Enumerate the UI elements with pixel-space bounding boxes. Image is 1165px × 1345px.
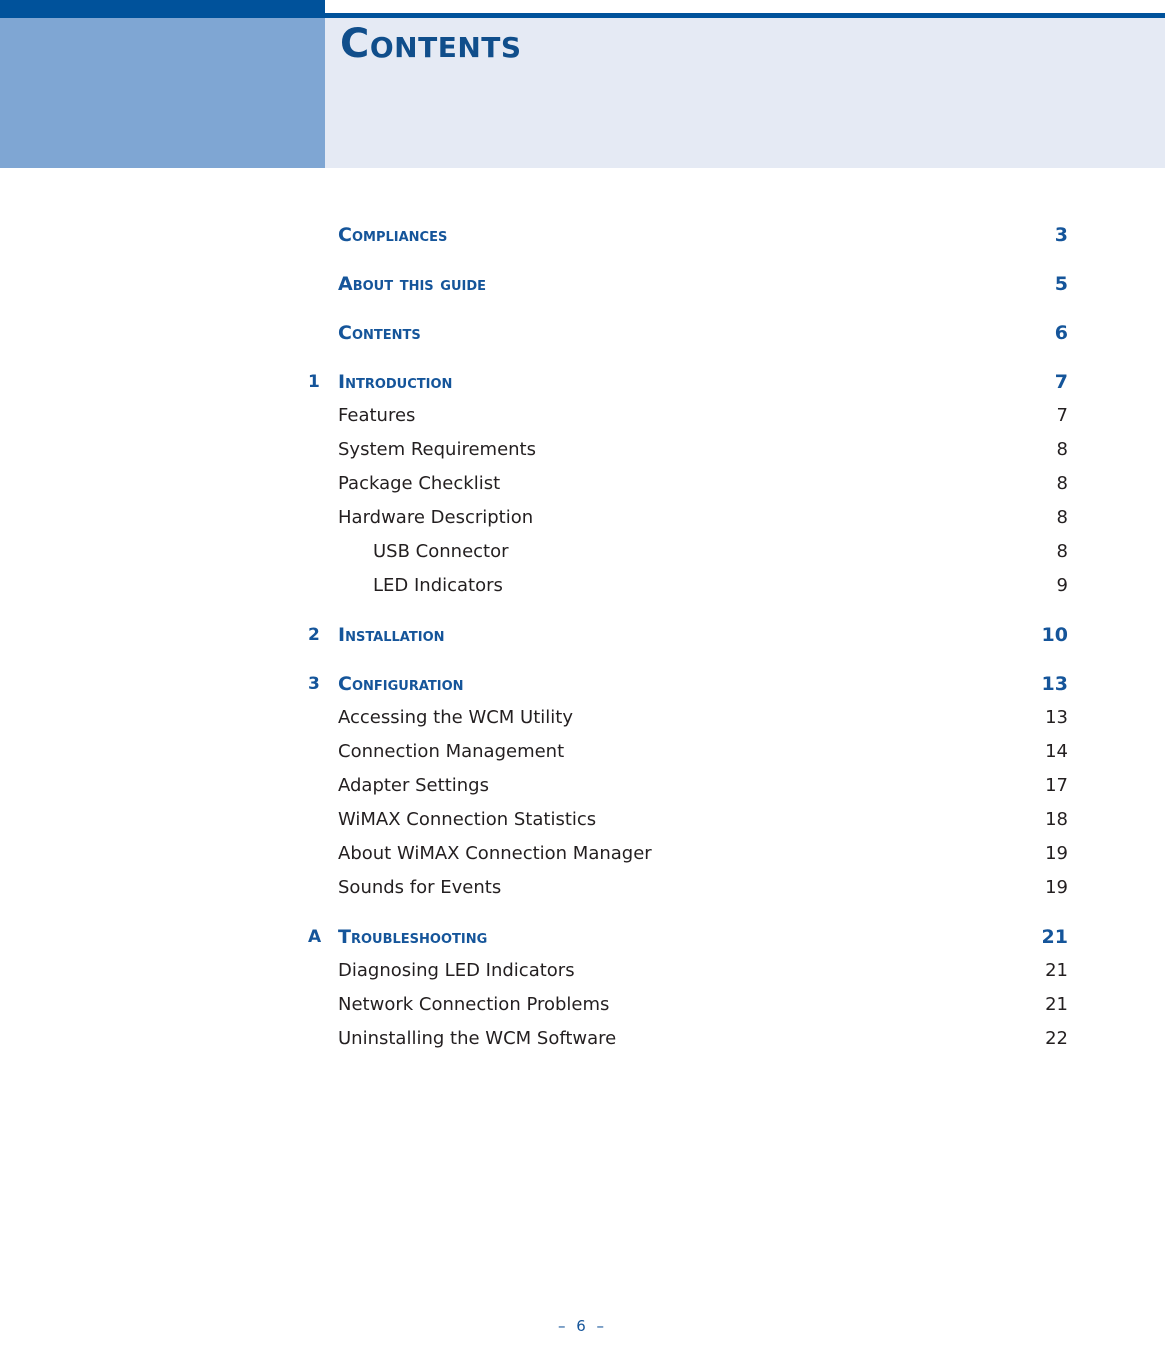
toc-entry[interactable]: Network Connection Problems 21 [0,992,1165,1026]
toc-entry-number: A [308,927,322,947]
toc-entry-label: Features [338,405,416,426]
toc-entry[interactable]: Features 7 [0,403,1165,437]
toc-entry-page: 8 [1056,439,1068,460]
toc-entry-page: 7 [1054,371,1068,393]
toc-entry[interactable]: LED Indicators 9 [0,573,1165,607]
toc-entry-label: Network Connection Problems [338,994,610,1015]
toc-entry-label: Diagnosing LED Indicators [338,960,575,981]
toc-entry-page: 21 [1045,994,1068,1015]
toc-entry-label: TROUBLESHOOTING [338,926,488,948]
toc-entry[interactable]: USB Connector 8 [0,539,1165,573]
toc-entry[interactable]: System Requirements 8 [0,437,1165,471]
toc-entry-page: 19 [1045,843,1068,864]
toc-entry-page: 3 [1054,224,1068,246]
toc-entry[interactable]: CONTENTS 6 [0,320,1165,369]
page-header: CONTENTS [0,0,1165,168]
page-footer: – 6 – [0,1316,1165,1335]
toc-entry-label: LED Indicators [373,575,503,596]
toc-entry[interactable]: 1 INTRODUCTION 7 [0,369,1165,403]
toc-entry-number: 1 [308,372,320,392]
toc-entry-label: Connection Management [338,741,565,762]
toc-entry-label: WiMAX Connection Statistics [338,809,597,830]
toc-entry-page: 13 [1041,673,1068,695]
toc-entry-label: CONTENTS [338,322,421,344]
toc-entry[interactable]: Sounds for Events 19 [0,875,1165,909]
toc-entry-page: 8 [1056,541,1068,562]
toc-entry[interactable]: A TROUBLESHOOTING 21 [0,924,1165,958]
toc-entry-label: Accessing the WCM Utility [338,707,574,728]
toc-entry[interactable]: 3 CONFIGURATION 13 [0,671,1165,705]
toc-entry[interactable]: Accessing the WCM Utility 13 [0,705,1165,739]
toc-entry-label: About WiMAX Connection Manager [338,843,652,864]
toc-entry-page: 6 [1054,322,1068,344]
toc-entry-label: System Requirements [338,439,536,460]
toc-entry[interactable]: WiMAX Connection Statistics 18 [0,807,1165,841]
toc-entry[interactable]: Diagnosing LED Indicators 21 [0,958,1165,992]
toc-entry-page: 18 [1045,809,1068,830]
toc-entry[interactable]: Hardware Description 8 [0,505,1165,539]
toc-entry-label: ABOUT THIS GUIDE [338,273,487,295]
toc-entry[interactable]: About WiMAX Connection Manager 19 [0,841,1165,875]
toc-entry-label: Package Checklist [338,473,501,494]
page-title: CONTENTS [340,21,522,67]
toc-entry[interactable]: Uninstalling the WCM Software 22 [0,1026,1165,1060]
toc-entry[interactable]: Package Checklist 8 [0,471,1165,505]
header-sidebar-block [0,18,325,168]
toc-entry-label: INSTALLATION [338,624,445,646]
toc-entry-page: 7 [1056,405,1068,426]
toc-entry-label: Uninstalling the WCM Software [338,1028,617,1049]
toc-entry-label: USB Connector [373,541,509,562]
toc-entry-page: 22 [1045,1028,1068,1049]
toc-entry[interactable]: Connection Management 14 [0,739,1165,773]
toc-entry-page: 21 [1045,960,1068,981]
toc-entry-page: 8 [1056,507,1068,528]
toc-entry-number: 2 [308,625,320,645]
toc-entry-page: 9 [1056,575,1068,596]
toc-entry-page: 5 [1054,273,1068,295]
toc-entry[interactable]: 2 INSTALLATION 10 [0,622,1165,656]
toc-entry-label: Sounds for Events [338,877,502,898]
footer-page-number: – 6 – [557,1317,608,1335]
toc-entry[interactable]: Adapter Settings 17 [0,773,1165,807]
toc-entry-page: 19 [1045,877,1068,898]
toc-entry-page: 13 [1045,707,1068,728]
toc-entry-label: Hardware Description [338,507,534,528]
toc-entry-page: 17 [1045,775,1068,796]
toc-entry-label: COMPLIANCES [338,224,448,246]
toc-entry[interactable]: ABOUT THIS GUIDE 5 [0,271,1165,320]
table-of-contents: COMPLIANCES 3 ABOUT THIS GUIDE 5 CONTENTS 6 1 I… [0,222,1165,1060]
toc-entry-number: 3 [308,674,320,694]
toc-entry-page: 14 [1045,741,1068,762]
toc-entry-page: 8 [1056,473,1068,494]
toc-entry-page: 21 [1041,926,1068,948]
header-dark-block [0,0,325,18]
toc-entry-page: 10 [1041,624,1068,646]
toc-entry-label: INTRODUCTION [338,371,453,393]
toc-entry-label: CONFIGURATION [338,673,464,695]
toc-entry[interactable]: COMPLIANCES 3 [0,222,1165,271]
toc-entry-label: Adapter Settings [338,775,489,796]
